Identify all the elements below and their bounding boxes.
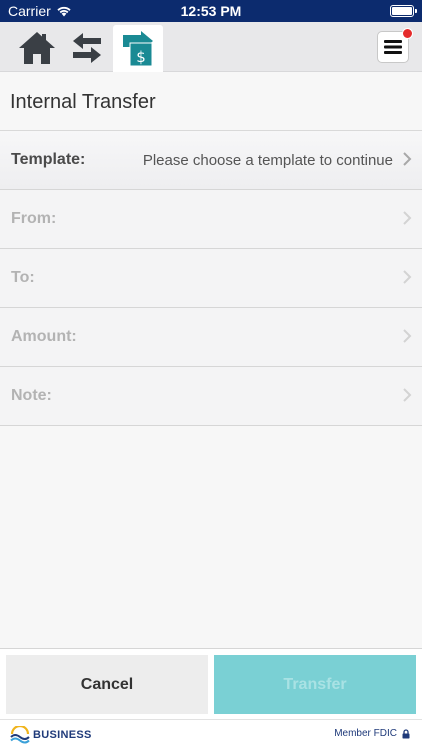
status-bar: Carrier 12:53 PM — [0, 0, 422, 22]
fdic-label: Member FDIC — [334, 728, 397, 739]
template-value: Please choose a template to continue — [142, 152, 393, 169]
page-title: Internal Transfer — [10, 91, 156, 113]
internal-transfer-icon: $ — [123, 30, 153, 66]
nav-internal-transfer-button[interactable]: $ — [113, 25, 163, 72]
transfer-button[interactable]: Transfer — [214, 655, 416, 714]
fdic-notice: Member FDIC — [334, 728, 410, 739]
nav-home-button[interactable] — [12, 25, 62, 71]
transfer-form: Template: Please choose a template to co… — [0, 131, 422, 426]
from-row[interactable]: From: — [0, 190, 422, 249]
wave-logo-icon — [10, 726, 30, 744]
svg-text:$: $ — [136, 48, 146, 66]
transfer-arrows-icon — [73, 33, 101, 63]
to-row[interactable]: To: — [0, 249, 422, 308]
amount-label: Amount: — [11, 328, 77, 345]
chevron-right-icon — [403, 388, 412, 402]
lock-icon — [402, 728, 410, 738]
home-icon — [19, 32, 55, 64]
nav-transfers-button[interactable] — [62, 25, 112, 71]
action-bar: Cancel Transfer — [0, 648, 422, 719]
chevron-right-icon — [403, 152, 412, 166]
template-label: Template: — [11, 151, 86, 168]
empty-content-area — [0, 426, 422, 648]
chevron-right-icon — [403, 329, 412, 343]
amount-row[interactable]: Amount: — [0, 308, 422, 367]
to-label: To: — [11, 269, 35, 286]
status-time: 12:53 PM — [180, 3, 242, 19]
menu-button[interactable] — [377, 28, 413, 63]
brand-logo: BUSINESS — [10, 726, 92, 744]
footer: BUSINESS Member FDIC — [0, 719, 422, 750]
top-nav-bar: $ — [0, 22, 422, 72]
page-header: Internal Transfer — [0, 72, 422, 131]
note-row[interactable]: Note: — [0, 367, 422, 426]
cancel-button[interactable]: Cancel — [6, 655, 208, 714]
hamburger-menu-icon — [384, 40, 402, 54]
notification-badge — [402, 28, 413, 39]
brand-name: BUSINESS — [33, 729, 92, 741]
chevron-right-icon — [403, 211, 412, 225]
note-label: Note: — [11, 387, 52, 404]
battery-icon — [390, 5, 417, 17]
from-label: From: — [11, 210, 57, 227]
template-row[interactable]: Template: Please choose a template to co… — [0, 131, 422, 190]
chevron-right-icon — [403, 270, 412, 284]
